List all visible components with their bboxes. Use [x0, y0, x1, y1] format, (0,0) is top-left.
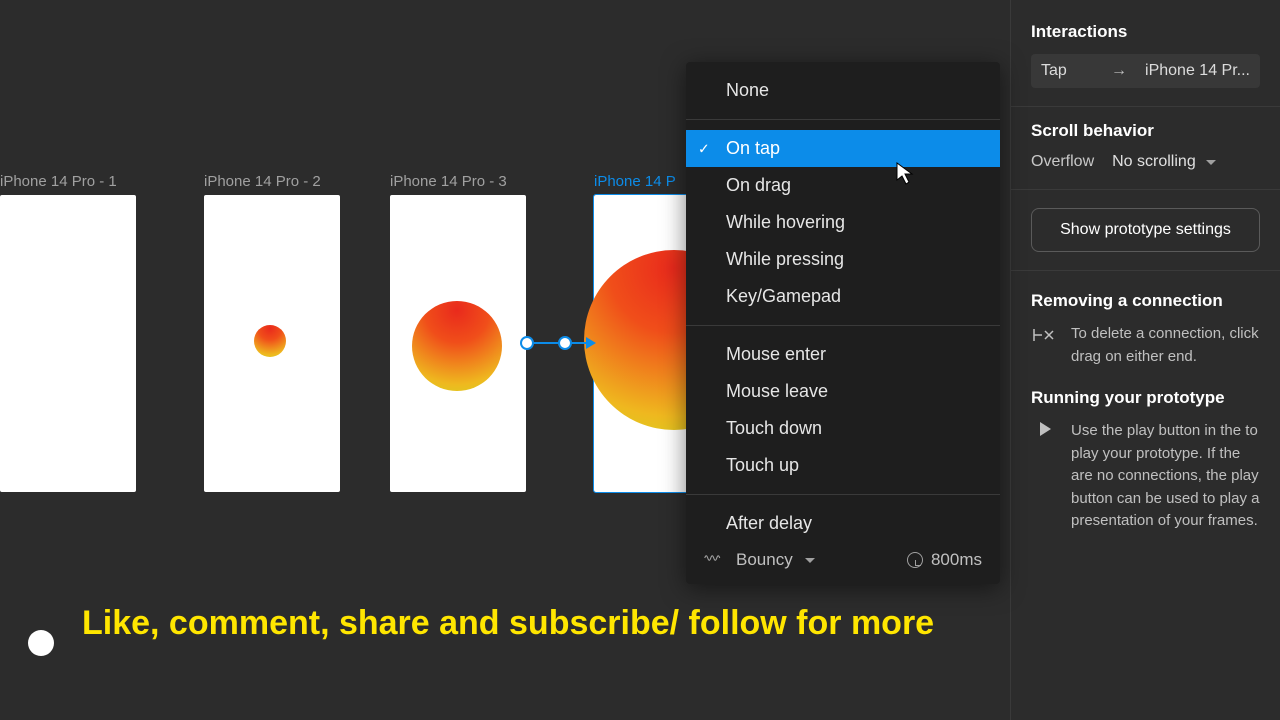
trigger-option-after-delay[interactable]: After delay: [686, 505, 1000, 542]
connector-start-node[interactable]: [520, 336, 534, 350]
overflow-label: Overflow: [1031, 153, 1094, 171]
trigger-option-mouse-leave[interactable]: Mouse leave: [686, 373, 1000, 410]
gradient-circle: [254, 325, 286, 357]
trigger-option-while-pressing[interactable]: While pressing: [686, 241, 1000, 278]
frame-label: iPhone 14 Pro - 3: [390, 173, 507, 190]
dropdown-separator: [686, 325, 1000, 326]
clock-icon: [907, 552, 923, 568]
gradient-circle: [412, 301, 502, 391]
trigger-option-touch-up[interactable]: Touch up: [686, 447, 1000, 484]
caption-bullet-icon: [28, 630, 54, 656]
frame-label: iPhone 14 Pro - 1: [0, 173, 117, 190]
easing-select[interactable]: Bouncy: [704, 550, 815, 570]
check-icon: ✓: [698, 140, 710, 157]
prototype-panel: Interactions Tap → iPhone 14 Pr... Scrol…: [1010, 0, 1280, 720]
trigger-option-none[interactable]: None: [686, 72, 1000, 109]
trigger-option-on-tap[interactable]: ✓ On tap: [686, 130, 1000, 167]
overflow-select[interactable]: No scrolling: [1112, 153, 1216, 171]
frame-3[interactable]: iPhone 14 Pro - 3: [390, 195, 526, 492]
trigger-dropdown[interactable]: None ✓ On tap On drag While hovering Whi…: [686, 62, 1000, 584]
frame-2[interactable]: iPhone 14 Pro - 2: [204, 195, 340, 492]
dropdown-separator: [686, 119, 1000, 120]
frame-1[interactable]: iPhone 14 Pro - 1: [0, 195, 136, 492]
trigger-option-touch-down[interactable]: Touch down: [686, 410, 1000, 447]
frame-label: iPhone 14 P: [594, 173, 676, 190]
help-running-title: Running your prototype: [1031, 388, 1260, 408]
animation-settings-row: Bouncy 800ms: [686, 542, 1000, 584]
video-caption-overlay: Like, comment, share and subscribe/ foll…: [28, 590, 934, 656]
scroll-behavior-section: Scroll behavior Overflow No scrolling: [1011, 107, 1280, 190]
interaction-trigger: Tap: [1041, 62, 1067, 80]
delete-connection-icon: [1032, 325, 1058, 345]
interactions-section: Interactions Tap → iPhone 14 Pr...: [1011, 8, 1280, 107]
show-prototype-settings-button[interactable]: Show prototype settings: [1031, 208, 1260, 252]
interaction-target: iPhone 14 Pr...: [1145, 62, 1250, 80]
prototype-settings-section: Show prototype settings: [1011, 190, 1280, 271]
connector-line: [572, 342, 586, 344]
prototype-connector[interactable]: [520, 336, 596, 350]
spring-icon: [704, 550, 728, 570]
trigger-option-while-hovering[interactable]: While hovering: [686, 204, 1000, 241]
play-icon: [1040, 422, 1051, 436]
help-removing-body: To delete a connection, click drag on ei…: [1071, 323, 1260, 368]
help-removing-title: Removing a connection: [1031, 291, 1260, 311]
connector-arrow-icon: [586, 337, 596, 349]
dropdown-separator: [686, 494, 1000, 495]
trigger-option-on-drag[interactable]: On drag: [686, 167, 1000, 204]
chevron-down-icon: [805, 558, 815, 563]
interactions-title: Interactions: [1031, 22, 1260, 42]
help-section: Removing a connection To delete a connec…: [1011, 291, 1280, 533]
trigger-option-mouse-enter[interactable]: Mouse enter: [686, 336, 1000, 373]
connector-line: [534, 342, 558, 344]
chevron-down-icon: [1206, 160, 1216, 165]
help-running-body: Use the play button in the to play your …: [1071, 420, 1260, 533]
trigger-option-key-gamepad[interactable]: Key/Gamepad: [686, 278, 1000, 315]
interaction-row[interactable]: Tap → iPhone 14 Pr...: [1031, 54, 1260, 88]
frame-label: iPhone 14 Pro - 2: [204, 173, 321, 190]
duration-field[interactable]: 800ms: [907, 550, 982, 570]
arrow-right-icon: →: [1111, 62, 1127, 80]
caption-text: Like, comment, share and subscribe/ foll…: [82, 601, 934, 645]
scroll-title: Scroll behavior: [1031, 121, 1260, 141]
connector-end-node[interactable]: [558, 336, 572, 350]
